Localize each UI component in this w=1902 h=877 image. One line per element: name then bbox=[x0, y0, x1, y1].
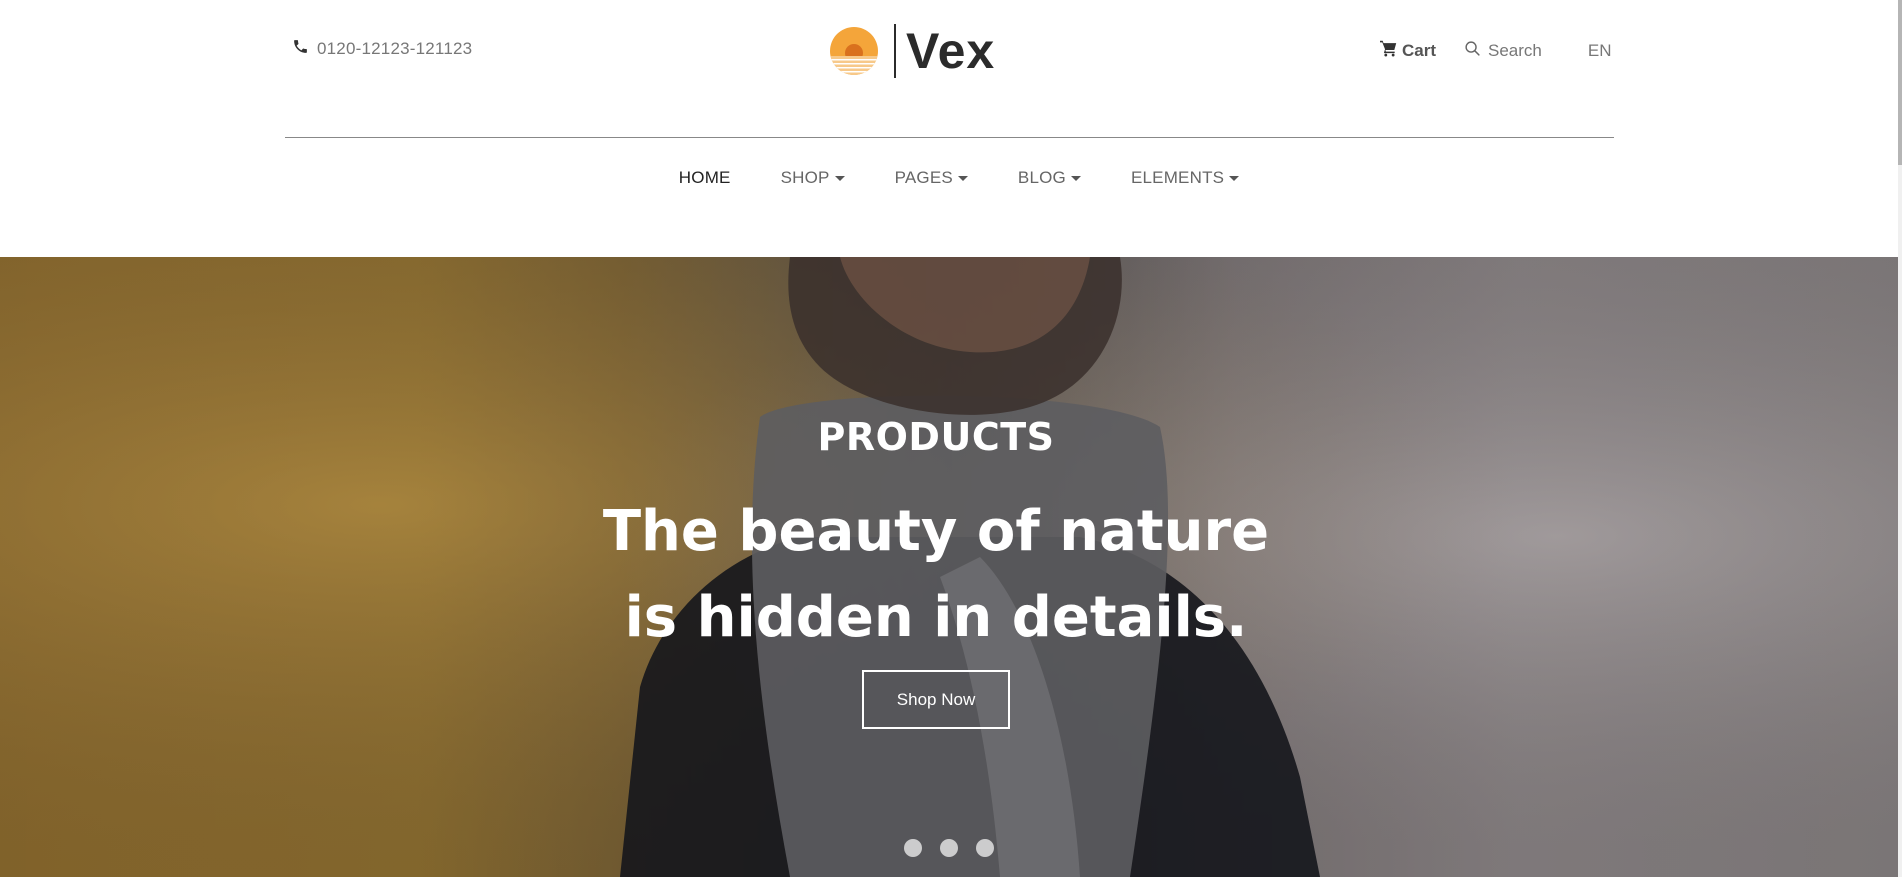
logo-wordmark: Vex bbox=[906, 23, 996, 79]
nav-label: ELEMENTS bbox=[1130, 168, 1225, 187]
logo-sun-icon bbox=[830, 27, 878, 75]
slide-dot-2[interactable] bbox=[940, 839, 958, 857]
hero-headline-line-1: The beauty of nature bbox=[602, 499, 1270, 564]
header-utilities: Cart Search EN bbox=[1379, 40, 1612, 62]
cart-icon bbox=[1379, 40, 1398, 62]
search-label: Search bbox=[1488, 41, 1542, 60]
phone-number: 0120-12123-121123 bbox=[317, 39, 473, 58]
search-icon bbox=[1464, 40, 1481, 62]
nav-shop[interactable]: SHOP bbox=[781, 168, 845, 188]
hero-slider: PRODUCTS The beauty of nature is hidden … bbox=[0, 257, 1898, 877]
nav-label: SHOP bbox=[780, 168, 830, 187]
chevron-down-icon bbox=[957, 176, 968, 181]
chevron-down-icon bbox=[834, 176, 845, 181]
slide-dot-1[interactable] bbox=[904, 839, 922, 857]
language-selector[interactable]: EN bbox=[1588, 41, 1612, 61]
scrollbar-thumb[interactable] bbox=[1898, 0, 1902, 165]
nav-pages[interactable]: PAGES bbox=[895, 168, 968, 188]
logo-divider bbox=[894, 24, 896, 78]
header-divider bbox=[285, 137, 1614, 138]
phone-icon bbox=[292, 38, 309, 60]
nav-blog[interactable]: BLOG bbox=[1018, 168, 1081, 188]
nav-label: BLOG bbox=[1017, 168, 1066, 187]
nav-home[interactable]: HOME bbox=[679, 168, 731, 188]
hero-eyebrow: PRODUCTS bbox=[817, 415, 1055, 459]
search-link[interactable]: Search bbox=[1464, 40, 1542, 62]
hero-headline-line-2: is hidden in details. bbox=[624, 585, 1248, 650]
site-logo[interactable]: Vex bbox=[824, 24, 995, 78]
main-nav: HOME SHOP PAGES BLOG ELEMENTS bbox=[0, 168, 1898, 188]
chevron-down-icon bbox=[1070, 176, 1081, 181]
cart-label: Cart bbox=[1402, 41, 1437, 60]
nav-label: HOME bbox=[678, 168, 731, 187]
slide-dot-3[interactable] bbox=[976, 839, 994, 857]
shop-now-button[interactable]: Shop Now bbox=[862, 670, 1010, 729]
hero-headline: The beauty of nature is hidden in detail… bbox=[0, 489, 1872, 661]
slider-pagination bbox=[904, 839, 994, 857]
phone-contact[interactable]: 0120-12123-121123 bbox=[292, 38, 472, 60]
nav-label: PAGES bbox=[894, 168, 953, 187]
cart-link[interactable]: Cart bbox=[1379, 40, 1436, 62]
nav-elements[interactable]: ELEMENTS bbox=[1130, 168, 1240, 188]
site-header: 0120-12123-121123 Vex Cart Search EN HOM… bbox=[0, 0, 1898, 257]
chevron-down-icon bbox=[1229, 176, 1240, 181]
